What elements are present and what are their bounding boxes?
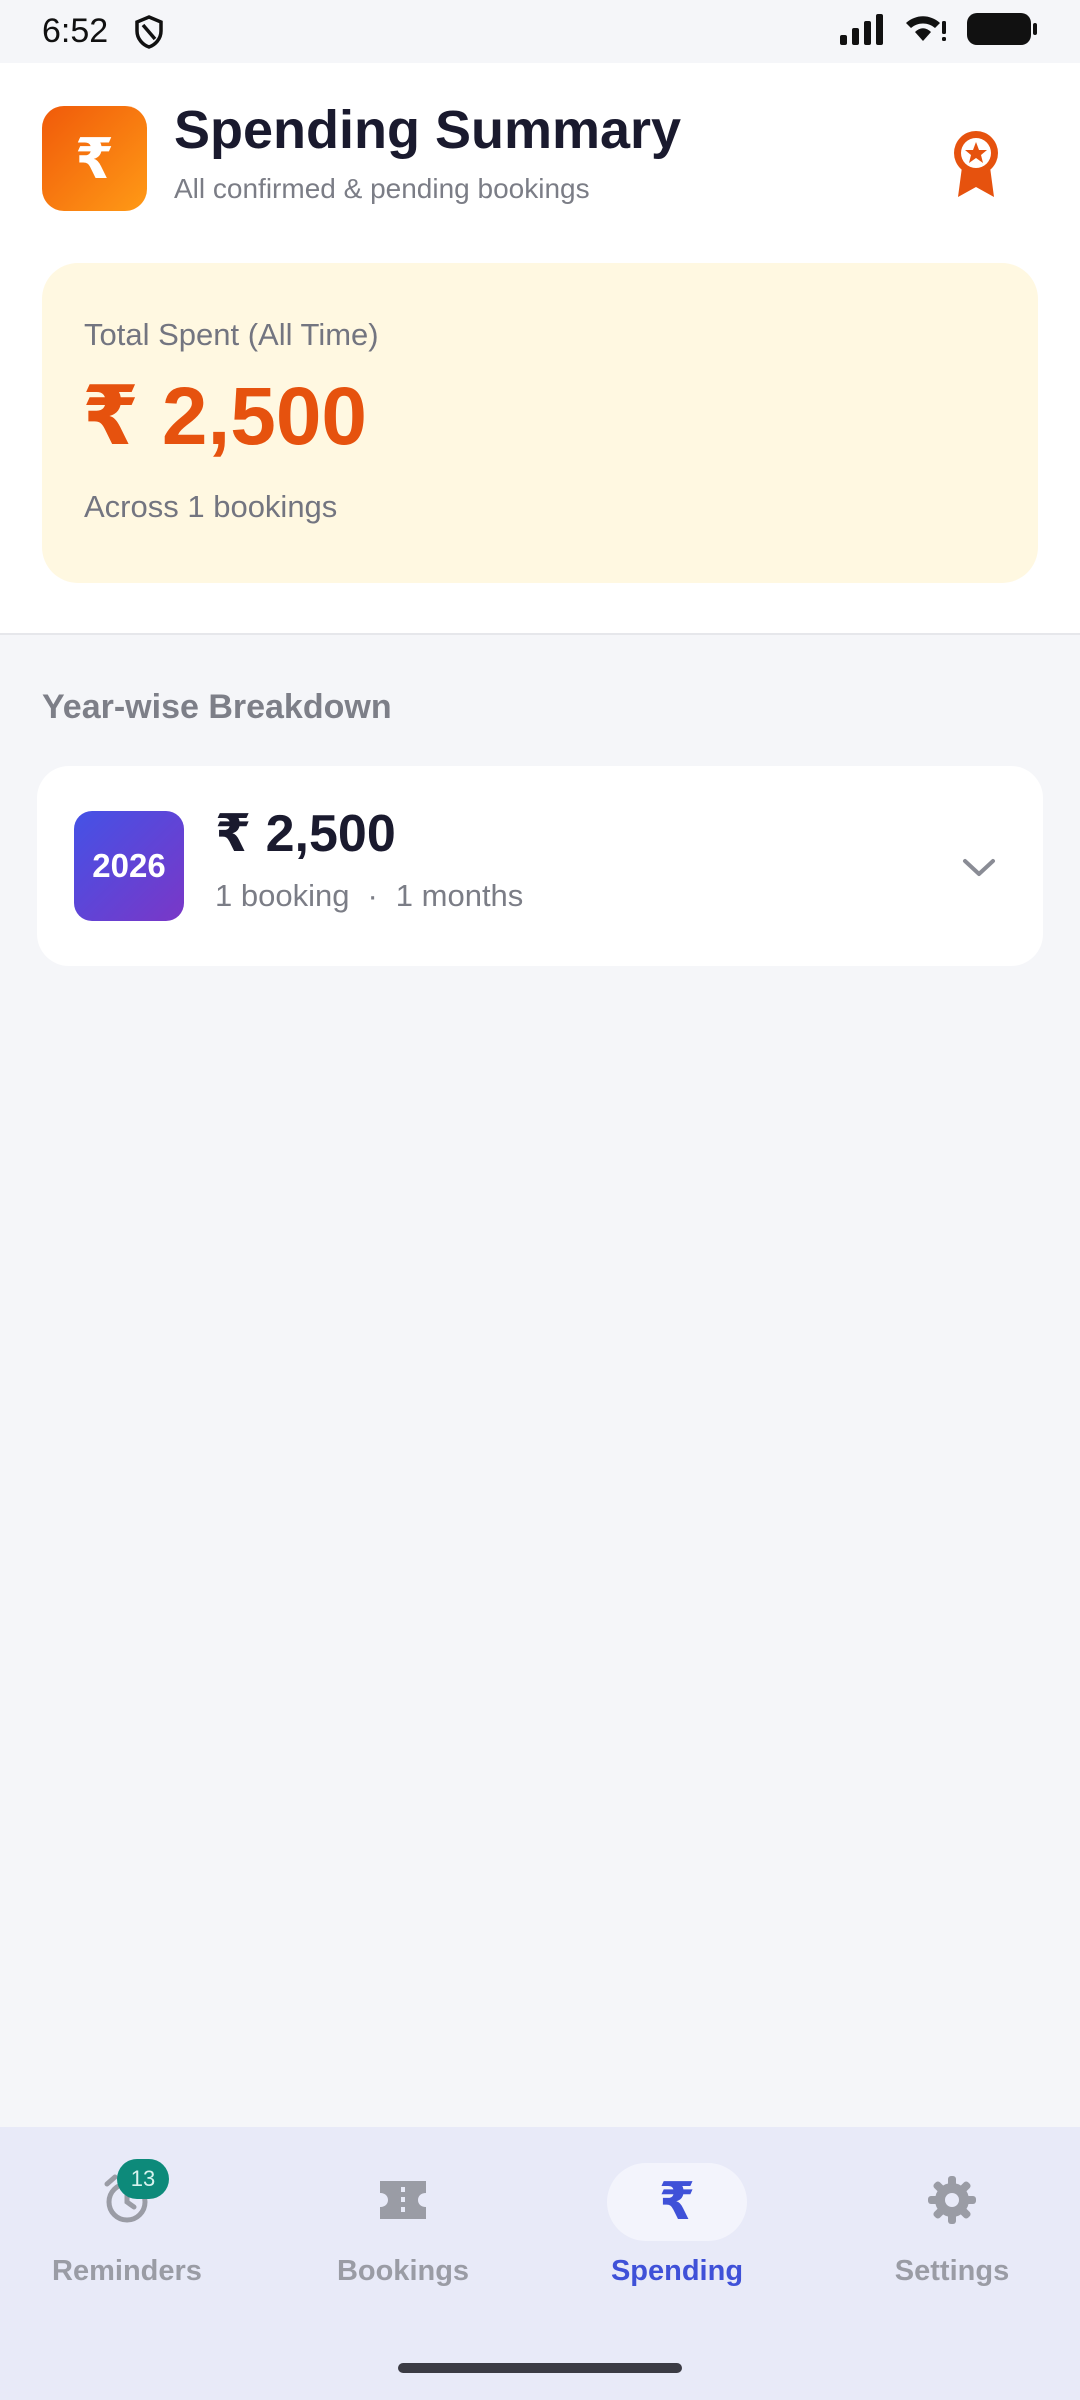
- year-months-count: 1 months: [395, 878, 524, 913]
- nav-item-settings[interactable]: Settings: [842, 2163, 1062, 2293]
- nav-label-bookings: Bookings: [336, 2255, 470, 2287]
- status-icons: [838, 12, 1038, 51]
- gear-icon: [926, 2174, 978, 2231]
- rupee-logo-icon: ₹: [42, 106, 147, 211]
- page-title: Spending Summary: [174, 100, 682, 160]
- year-amount: ₹ 2,500: [215, 805, 396, 863]
- nav-icon-wrap: 13: [57, 2159, 197, 2241]
- header: ₹ Spending Summary All confirmed & pendi…: [0, 63, 1080, 635]
- bottom-nav: 13 Reminders Bookings ₹ Spending Setting…: [0, 2127, 1080, 2400]
- status-time: 6:52: [42, 12, 109, 50]
- nav-label-reminders: Reminders: [52, 2255, 202, 2287]
- nav-icon-wrap: [882, 2163, 1022, 2241]
- shield-icon: [134, 14, 164, 49]
- nav-item-bookings[interactable]: Bookings: [293, 2163, 513, 2293]
- ticket-icon: [376, 2177, 430, 2228]
- nav-item-reminders[interactable]: 13 Reminders: [17, 2159, 237, 2293]
- home-indicator[interactable]: [398, 2363, 682, 2373]
- status-bar: 6:52: [0, 0, 1080, 63]
- nav-icon-wrap: [333, 2163, 473, 2241]
- battery-icon: [966, 12, 1038, 51]
- year-booking-count: 1 booking: [215, 878, 350, 913]
- wifi-icon: [904, 13, 948, 50]
- section-title: Year-wise Breakdown: [42, 688, 392, 726]
- total-spent-amount: ₹ 2,500: [82, 371, 368, 462]
- total-spent-card: Total Spent (All Time) ₹ 2,500 Across 1 …: [42, 263, 1038, 583]
- nav-label-spending: Spending: [610, 2255, 744, 2287]
- year-meta: 1 booking · 1 months: [215, 878, 523, 914]
- nav-item-spending[interactable]: ₹ Spending: [567, 2163, 787, 2293]
- nav-icon-wrap-active: ₹: [607, 2163, 747, 2241]
- meta-separator: ·: [367, 878, 378, 913]
- nav-label-settings: Settings: [894, 2255, 1010, 2287]
- total-spent-label: Total Spent (All Time): [84, 317, 379, 352]
- signal-icon: [838, 13, 886, 50]
- total-bookings-count: Across 1 bookings: [84, 489, 338, 524]
- page-subtitle: All confirmed & pending bookings: [174, 173, 590, 204]
- rupee-icon: ₹: [658, 2173, 696, 2231]
- notification-badge: 13: [117, 2159, 169, 2199]
- chevron-down-icon[interactable]: [957, 846, 1001, 890]
- award-ribbon-icon[interactable]: [940, 123, 1012, 203]
- year-badge: 2026: [74, 811, 184, 921]
- year-card[interactable]: 2026 ₹ 2,500 1 booking · 1 months: [37, 766, 1043, 966]
